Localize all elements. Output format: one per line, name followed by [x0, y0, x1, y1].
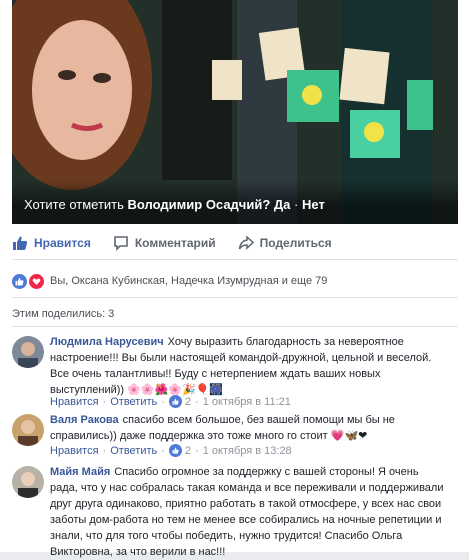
avatar[interactable] [12, 336, 44, 368]
divider [12, 326, 458, 327]
comment-author[interactable]: Майя Майя [50, 466, 110, 478]
comment-button-label: Комментарий [134, 235, 216, 250]
tag-question: Хотите отметить [24, 197, 124, 212]
comment-text: Викторовна, за что верили в нас!!! [50, 546, 226, 558]
share-icon [238, 234, 254, 250]
comment-body: Валя Ракова спасибо всем большое, без ваш… [50, 412, 450, 444]
comment-button[interactable]: Комментарий [113, 235, 216, 251]
like-reaction-icon [168, 395, 182, 408]
tag-yes-link[interactable]: Да [274, 197, 291, 212]
post-card: Хотите отметить Володимир Осадчий? Да · … [0, 0, 469, 558]
comment-text: друг друга одинаково, приятно работать в… [50, 498, 442, 510]
reactions-summary[interactable]: Вы, Оксана Кубинская, Надечка Изумрудная… [12, 272, 327, 290]
comment-text: заботы дом-работа но тем не менее все со… [50, 514, 442, 526]
tag-separator: · [294, 197, 299, 212]
avatar[interactable] [12, 466, 44, 498]
comment-reply-link[interactable]: Ответить [110, 396, 157, 408]
comment-reply-link[interactable]: Ответить [110, 445, 157, 457]
like-reaction-icon [12, 273, 27, 289]
comment-emoji: 💗🦋❤ [330, 429, 368, 442]
comment-text: знали, что для того чтобы победить, нужн… [50, 530, 403, 542]
comment-text: Спасибо огромное за поддержку с вашей ст… [114, 466, 419, 478]
like-button[interactable]: Нравится [12, 235, 91, 251]
thumbs-up-icon [13, 236, 28, 250]
tag-prompt: Хотите отметить Володимир Осадчий? Да · … [24, 197, 325, 212]
divider [12, 297, 458, 298]
comment-text: спасибо всем большое, без вашей помощи м… [122, 414, 395, 426]
comment-like-link[interactable]: Нравится [50, 445, 99, 457]
comment-time[interactable]: 1 октября в 13:28 [203, 445, 292, 457]
share-button[interactable]: Поделиться [238, 234, 332, 251]
share-button-label: Поделиться [259, 235, 332, 250]
tag-no-link[interactable]: Нет [302, 197, 325, 212]
comment-icon [114, 235, 128, 251]
shares-count[interactable]: Этим поделились: 3 [12, 308, 114, 320]
comment-body: Людмила Нарусевич Хочу выразить благодарн… [50, 334, 450, 398]
comment-item: Валя Ракова спасибо всем большое, без ваш… [12, 412, 458, 462]
comment-meta: Нравится · Ответить · 2 · 1 октября в 13… [50, 444, 292, 457]
reactions-text: Вы, Оксана Кубинская, Надечка Изумрудная… [50, 275, 328, 287]
comment-text: Все очень талантливы!! Буду с нетерпение… [50, 368, 381, 380]
like-button-label: Нравится [34, 235, 91, 250]
comment-likes[interactable]: 2 [168, 444, 192, 457]
comment-time[interactable]: 1 октября в 11:21 [203, 396, 291, 408]
comment-item: Майя Майя Спасибо огромное за поддержку с… [12, 464, 458, 558]
comment-author[interactable]: Валя Ракова [50, 414, 119, 426]
comment-likes-count: 2 [184, 444, 192, 457]
comment-text: рада, что у нас собралась такая команда … [50, 482, 444, 494]
post-photo[interactable]: Хотите отметить Володимир Осадчий? Да · … [12, 0, 458, 224]
tag-person: Володимир Осадчий? [127, 197, 271, 212]
comment-text: справились)) даже поддержка это тоже мно… [50, 430, 328, 442]
heart-reaction-icon [29, 273, 44, 289]
comment-meta: Нравится · Ответить · 2 · 1 октября в 11… [50, 395, 291, 408]
comment-like-link[interactable]: Нравится [50, 396, 99, 408]
comment-item: Людмила Нарусевич Хочу выразить благодарн… [12, 334, 458, 412]
post-actions: Нравится Комментарий Поделиться [12, 226, 458, 260]
avatar[interactable] [12, 414, 44, 446]
comment-author[interactable]: Людмила Нарусевич [50, 336, 164, 348]
comment-body: Майя Майя Спасибо огромное за поддержку с… [50, 464, 450, 560]
comment-likes-count: 2 [184, 395, 192, 408]
like-reaction-icon [168, 444, 182, 457]
comment-likes[interactable]: 2 [168, 395, 192, 408]
comment-text: Хочу выразить благодарность за невероятн… [167, 336, 404, 348]
comment-text: настроение!!! Вы были настоящей командой… [50, 352, 432, 364]
